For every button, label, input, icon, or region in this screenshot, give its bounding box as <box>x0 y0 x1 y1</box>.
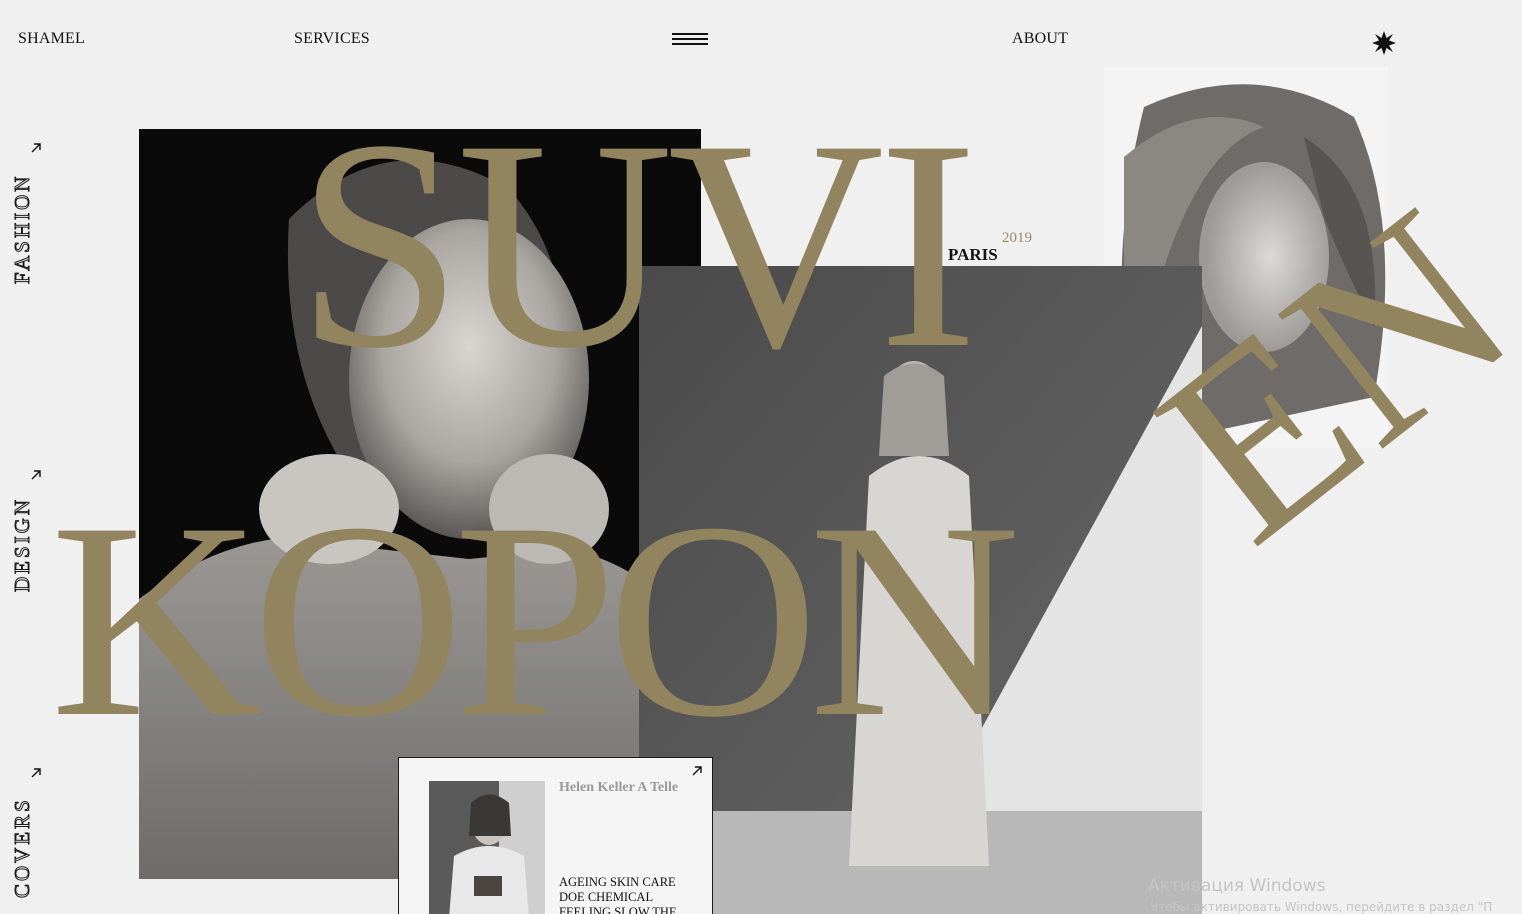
article-title[interactable]: Helen Keller A Telle <box>559 780 678 796</box>
sidebar-item-covers[interactable]: COVERS <box>10 797 35 899</box>
arrow-up-right-icon <box>31 143 41 153</box>
activation-watermark-text: Чтобы активировать Windows, перейдите в … <box>1150 900 1493 914</box>
sidebar-item-fashion[interactable]: FASHION <box>10 173 35 284</box>
nav-services[interactable]: SERVICES <box>294 30 370 48</box>
hamburger-icon[interactable] <box>672 33 708 45</box>
arrow-up-right-icon <box>31 470 41 480</box>
arrow-up-right-icon <box>31 768 41 778</box>
nav-about[interactable]: ABOUT <box>1012 30 1068 48</box>
article-thumbnail <box>429 781 545 914</box>
year-label: 2019 <box>1002 230 1032 246</box>
article-excerpt: AGEING SKIN CARE DOE CHEMICAL FEELING SL… <box>559 875 677 914</box>
city-label: PARIS <box>948 245 998 264</box>
star-icon[interactable] <box>1371 30 1397 56</box>
arrow-up-right-icon[interactable] <box>692 766 702 776</box>
fashion-photo-center <box>639 266 1202 914</box>
article-card[interactable]: Helen Keller A Telle AGEING SKIN CARE DO… <box>398 757 713 914</box>
sidebar-item-design[interactable]: DESIGN <box>10 497 35 593</box>
brand-link[interactable]: SHAMEL <box>18 30 85 48</box>
activation-watermark-title: Активация Windows <box>1148 876 1326 896</box>
